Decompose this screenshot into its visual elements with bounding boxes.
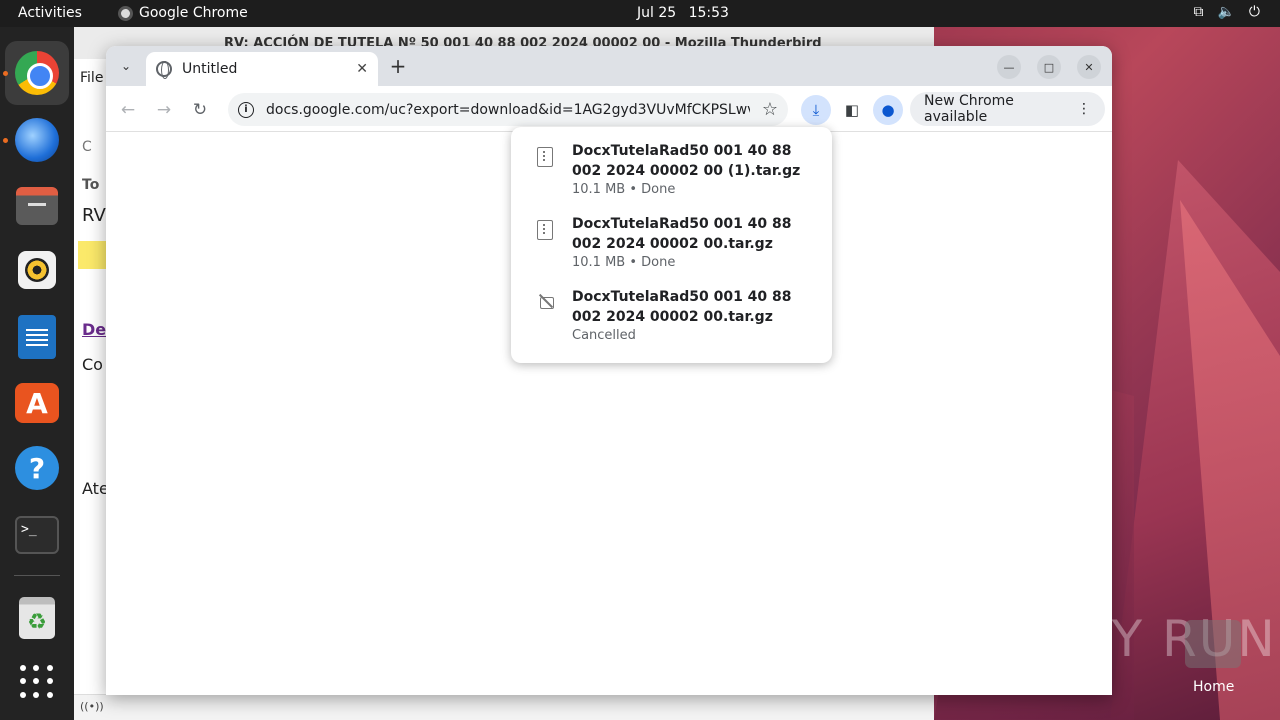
tab-untitled[interactable]: Untitled ✕ xyxy=(146,52,378,86)
chevron-down-icon: ⌄ xyxy=(120,59,132,73)
activity-icon: ((•)) xyxy=(80,700,104,713)
body-fragment: Co xyxy=(82,355,103,374)
link-fragment[interactable]: De xyxy=(82,320,106,339)
bookmark-star-icon[interactable]: ☆ xyxy=(762,99,778,120)
downloads-bubble: DocxTutelaRad50 001 40 88 002 2024 00002… xyxy=(511,127,832,363)
download-item[interactable]: DocxTutelaRad50 001 40 88 002 2024 00002… xyxy=(511,287,832,360)
update-chrome-button[interactable]: New Chrome available ⋮ xyxy=(910,92,1105,126)
download-filename: DocxTutelaRad50 001 40 88 xyxy=(572,216,792,232)
network-icon: ⧉ xyxy=(1193,4,1204,20)
app-menu-label: Google Chrome xyxy=(139,5,248,21)
clock[interactable]: Jul 25 15:53 xyxy=(637,5,729,21)
system-tray[interactable]: ⧉ 🔈 ⏻ xyxy=(1193,4,1260,20)
file-icon xyxy=(537,220,553,240)
dock: A ? >_ ♻ xyxy=(0,27,74,720)
home-folder-icon[interactable] xyxy=(1185,620,1241,668)
minimize-icon: — xyxy=(1003,60,1015,74)
download-filename: 002 2024 00002 00 (1).tar.gz xyxy=(572,163,801,179)
body-fragment: Ate xyxy=(82,479,109,498)
download-filename: 002 2024 00002 00.tar.gz xyxy=(572,236,773,252)
volume-icon: 🔈 xyxy=(1217,4,1235,20)
help-icon: ? xyxy=(15,446,59,490)
download-item[interactable]: DocxTutelaRad50 001 40 88 002 2024 00002… xyxy=(511,214,832,287)
terminal-icon: >_ xyxy=(15,516,59,554)
show-apps-icon xyxy=(20,665,54,699)
subject-fragment: RV xyxy=(82,205,106,226)
tab-search-button[interactable]: ⌄ xyxy=(114,54,138,78)
dock-app-center[interactable]: A xyxy=(14,380,60,426)
clock-date: Jul 25 xyxy=(637,5,677,21)
close-icon: ✕ xyxy=(1084,60,1094,74)
rhythmbox-icon xyxy=(18,251,56,289)
trash-icon: ♻ xyxy=(19,597,55,639)
dock-show-apps[interactable] xyxy=(14,659,60,705)
top-bar: Activities Google Chrome Jul 25 15:53 ⧉ … xyxy=(0,0,1280,27)
maximize-icon: □ xyxy=(1043,60,1055,74)
download-status: 10.1 MB • Done xyxy=(572,182,676,197)
app-center-icon: A xyxy=(15,383,59,423)
chrome-small-icon xyxy=(118,5,133,21)
new-tab-button[interactable]: + xyxy=(386,54,410,78)
download-filename: 002 2024 00002 00.tar.gz xyxy=(572,309,773,325)
activities-button[interactable]: Activities xyxy=(18,5,82,21)
more-vert-icon: ⋮ xyxy=(1077,101,1091,117)
download-filename: DocxTutelaRad50 001 40 88 xyxy=(572,143,792,159)
download-status: 10.1 MB • Done xyxy=(572,255,676,270)
plus-icon: + xyxy=(389,54,407,78)
side-panel-icon: ◧ xyxy=(844,101,860,119)
download-icon: ⤓ xyxy=(812,101,820,119)
dock-separator xyxy=(14,575,60,576)
file-cancelled-icon xyxy=(537,293,555,311)
chrome-icon xyxy=(15,51,59,95)
site-info-icon[interactable]: i xyxy=(238,101,254,118)
file-icon xyxy=(537,147,553,167)
app-menu[interactable]: Google Chrome xyxy=(118,5,248,21)
clock-time: 15:53 xyxy=(688,5,729,21)
side-panel-button[interactable]: ◧ xyxy=(837,95,867,125)
running-indicator xyxy=(3,138,8,143)
globe-icon xyxy=(156,61,172,79)
to-label: To xyxy=(82,177,100,193)
maximize-button[interactable]: □ xyxy=(1037,55,1061,79)
dock-trash[interactable]: ♻ xyxy=(14,595,60,641)
minimize-button[interactable]: — xyxy=(997,55,1021,79)
url-text[interactable]: docs.google.com/uc?export=download&id=1A… xyxy=(266,102,750,118)
forward-arrow-icon: → xyxy=(156,100,172,120)
address-bar[interactable]: i docs.google.com/uc?export=download&id=… xyxy=(228,93,788,126)
forward-button[interactable]: → xyxy=(150,96,178,124)
home-label[interactable]: Home xyxy=(1193,679,1234,695)
dock-thunderbird[interactable] xyxy=(14,117,60,163)
thunderbird-icon xyxy=(15,118,59,162)
close-icon[interactable]: ✕ xyxy=(356,61,368,77)
close-window-button[interactable]: ✕ xyxy=(1077,55,1101,79)
back-arrow-icon: ← xyxy=(120,100,136,120)
running-indicator xyxy=(3,71,8,76)
reload-icon: ↻ xyxy=(192,100,208,120)
update-label: New Chrome available xyxy=(924,93,1014,125)
download-item[interactable]: DocxTutelaRad50 001 40 88 002 2024 00002… xyxy=(511,141,832,214)
profile-button[interactable]: ● xyxy=(873,95,903,125)
download-status: Cancelled xyxy=(572,328,636,343)
dock-chrome[interactable] xyxy=(14,50,60,96)
dock-rhythmbox[interactable] xyxy=(14,247,60,293)
download-filename: DocxTutelaRad50 001 40 88 xyxy=(572,289,792,305)
reload-button[interactable]: ↻ xyxy=(186,96,214,124)
dock-writer[interactable] xyxy=(14,314,60,360)
toolbar: ← → ↻ i docs.google.com/uc?export=downlo… xyxy=(106,86,1112,132)
downloads-button[interactable]: ⤓ xyxy=(801,95,831,125)
dock-files[interactable] xyxy=(14,183,60,229)
person-icon: ● xyxy=(881,101,895,119)
tab-strip: ⌄ Untitled ✕ + — □ ✕ xyxy=(106,46,1112,86)
fragment-text: C xyxy=(82,139,92,155)
dock-help[interactable]: ? xyxy=(14,445,60,491)
tab-title: Untitled xyxy=(182,61,238,77)
dock-terminal[interactable]: >_ xyxy=(14,512,60,558)
thunderbird-statusbar: ((•)) xyxy=(74,694,934,720)
files-icon xyxy=(16,187,58,225)
power-icon: ⏻ xyxy=(1248,4,1260,20)
writer-icon xyxy=(18,315,56,359)
back-button[interactable]: ← xyxy=(114,96,142,124)
menu-file[interactable]: File xyxy=(80,70,103,86)
